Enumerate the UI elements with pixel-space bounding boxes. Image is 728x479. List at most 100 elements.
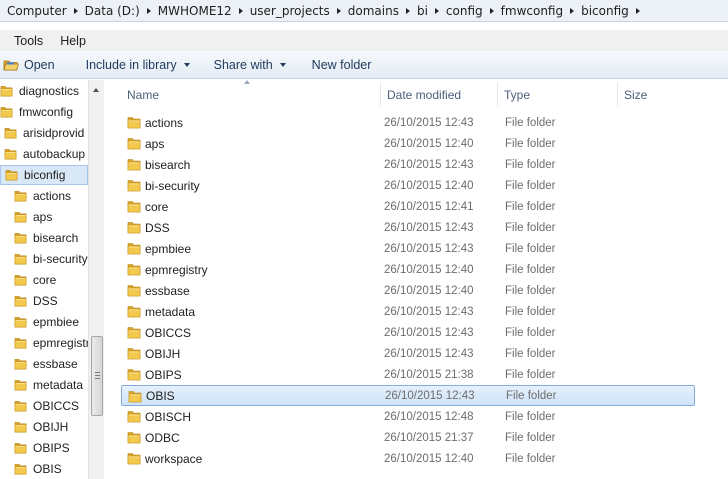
breadcrumb-chevron-icon[interactable]: [401, 7, 415, 14]
breadcrumb-item[interactable]: biconfig: [579, 1, 645, 21]
column-header-date-modified[interactable]: Date modified: [381, 82, 498, 107]
address-bar[interactable]: Computer Data (D:) MWHOME12 user_projects do…: [0, 0, 728, 22]
grip-line: [95, 378, 100, 379]
column-header-type[interactable]: Type: [498, 82, 618, 107]
menu-help[interactable]: Help: [60, 34, 86, 48]
file-row[interactable]: workspace 26/10/2015 12:40 File folder: [121, 448, 695, 469]
file-type: File folder: [505, 137, 556, 150]
breadcrumb-chevron-icon[interactable]: [430, 7, 444, 14]
chevron-down-icon: [279, 63, 286, 67]
nav-item[interactable]: arisidprovid: [0, 123, 88, 143]
breadcrumb-item[interactable]: fmwconfig: [499, 1, 579, 21]
sort-ascending-icon: [244, 80, 250, 84]
folder-icon: [127, 285, 141, 297]
file-type: File folder: [505, 305, 556, 318]
file-row[interactable]: OBICCS 26/10/2015 12:43 File folder: [121, 322, 695, 343]
nav-item[interactable]: core: [0, 270, 88, 290]
nav-item-label: autobackup: [23, 147, 86, 161]
file-row[interactable]: core 26/10/2015 12:41 File folder: [121, 196, 695, 217]
nav-item[interactable]: diagnostics: [0, 81, 88, 101]
file-name: essbase: [145, 283, 190, 298]
breadcrumb-item[interactable]: Data (D:): [83, 1, 156, 21]
file-row[interactable]: OBISCH 26/10/2015 12:48 File folder: [121, 406, 695, 427]
breadcrumb-chevron-icon[interactable]: [69, 7, 83, 14]
breadcrumb-item[interactable]: MWHOME12: [156, 1, 248, 21]
folder-icon: [4, 149, 17, 160]
file-row[interactable]: epmregistry 26/10/2015 12:40 File folder: [121, 259, 695, 280]
nav-item[interactable]: bisearch: [0, 228, 88, 248]
nav-item[interactable]: epmbiee: [0, 312, 88, 332]
column-header-size[interactable]: Size: [618, 82, 698, 107]
breadcrumb-item[interactable]: bi: [415, 1, 444, 21]
nav-scrollbar[interactable]: [88, 80, 104, 479]
share-with-button[interactable]: Share with: [208, 54, 292, 76]
file-name: OBIPS: [145, 367, 182, 382]
breadcrumb-chevron-icon[interactable]: [565, 7, 579, 14]
nav-item[interactable]: metadata: [0, 375, 88, 395]
nav-item[interactable]: bi-security: [0, 249, 88, 269]
file-row[interactable]: DSS 26/10/2015 12:43 File folder: [121, 217, 695, 238]
file-row[interactable]: OBIJH 26/10/2015 12:43 File folder: [121, 343, 695, 364]
file-date-modified: 26/10/2015 21:38: [384, 368, 474, 381]
file-date-modified: 26/10/2015 21:37: [384, 431, 474, 444]
file-name: OBIS: [146, 388, 175, 403]
breadcrumb-chevron-icon[interactable]: [631, 7, 645, 14]
menu-tools[interactable]: Tools: [14, 34, 43, 48]
folder-icon: [14, 464, 27, 475]
file-row[interactable]: essbase 26/10/2015 12:40 File folder: [121, 280, 695, 301]
nav-item[interactable]: OBIS: [0, 459, 88, 479]
file-row[interactable]: aps 26/10/2015 12:40 File folder: [121, 133, 695, 154]
nav-item-label: epmregistry: [33, 336, 96, 350]
breadcrumb-chevron-icon[interactable]: [332, 7, 346, 14]
folder-icon: [128, 391, 142, 403]
file-row[interactable]: metadata 26/10/2015 12:43 File folder: [121, 301, 695, 322]
breadcrumb-item[interactable]: user_projects: [248, 1, 346, 21]
open-button[interactable]: Open: [0, 54, 61, 76]
file-row[interactable]: OBIPS 26/10/2015 21:38 File folder: [121, 364, 695, 385]
file-row[interactable]: bisearch 26/10/2015 12:43 File folder: [121, 154, 695, 175]
new-folder-label: New folder: [311, 58, 372, 72]
nav-item[interactable]: essbase: [0, 354, 88, 374]
nav-item[interactable]: aps: [0, 207, 88, 227]
nav-item-label: actions: [33, 189, 72, 203]
file-row[interactable]: epmbiee 26/10/2015 12:43 File folder: [121, 238, 695, 259]
file-list[interactable]: Name Date modified Type Size actions 26/1…: [105, 80, 728, 479]
breadcrumb-item[interactable]: Computer: [5, 1, 83, 21]
file-date-modified: 26/10/2015 12:43: [384, 221, 474, 234]
scroll-up-arrow-icon[interactable]: [93, 88, 99, 92]
file-date-modified: 26/10/2015 12:40: [384, 179, 474, 192]
file-row[interactable]: OBIS 26/10/2015 12:43 File folder: [121, 385, 695, 406]
folder-icon: [0, 86, 13, 97]
nav-item[interactable]: biconfig: [0, 165, 88, 185]
breadcrumb-item[interactable]: config: [444, 1, 499, 21]
file-row[interactable]: bi-security 26/10/2015 12:40 File folder: [121, 175, 695, 196]
file-name: core: [145, 199, 169, 214]
folder-icon: [127, 222, 141, 234]
nav-item[interactable]: OBIPS: [0, 438, 88, 458]
file-type: File folder: [505, 347, 556, 360]
folder-icon: [127, 117, 141, 129]
breadcrumb-chevron-icon[interactable]: [234, 7, 248, 14]
breadcrumb-item[interactable]: domains: [346, 1, 415, 21]
file-row[interactable]: ODBC 26/10/2015 21:37 File folder: [121, 427, 695, 448]
breadcrumb-chevron-icon[interactable]: [485, 7, 499, 14]
nav-item-label: OBIJH: [33, 420, 69, 434]
nav-item[interactable]: autobackup: [0, 144, 88, 164]
nav-item[interactable]: epmregistry: [0, 333, 96, 353]
nav-item[interactable]: DSS: [0, 291, 88, 311]
folder-icon: [14, 380, 27, 391]
breadcrumb-label: Data (D:): [84, 3, 140, 18]
breadcrumb-chevron-icon[interactable]: [142, 7, 156, 14]
column-header-name[interactable]: Name: [121, 82, 381, 107]
file-row[interactable]: actions 26/10/2015 12:43 File folder: [121, 112, 695, 133]
file-type: File folder: [505, 221, 556, 234]
include-in-library-button[interactable]: Include in library: [80, 54, 196, 76]
nav-item[interactable]: fmwconfig: [0, 102, 88, 122]
nav-item[interactable]: OBIJH: [0, 417, 88, 437]
new-folder-button[interactable]: New folder: [306, 54, 378, 76]
nav-item[interactable]: actions: [0, 186, 88, 206]
nav-item[interactable]: OBICCS: [0, 396, 88, 416]
scroll-thumb[interactable]: [91, 336, 103, 416]
file-type: File folder: [505, 179, 556, 192]
file-name: bisearch: [145, 157, 191, 172]
